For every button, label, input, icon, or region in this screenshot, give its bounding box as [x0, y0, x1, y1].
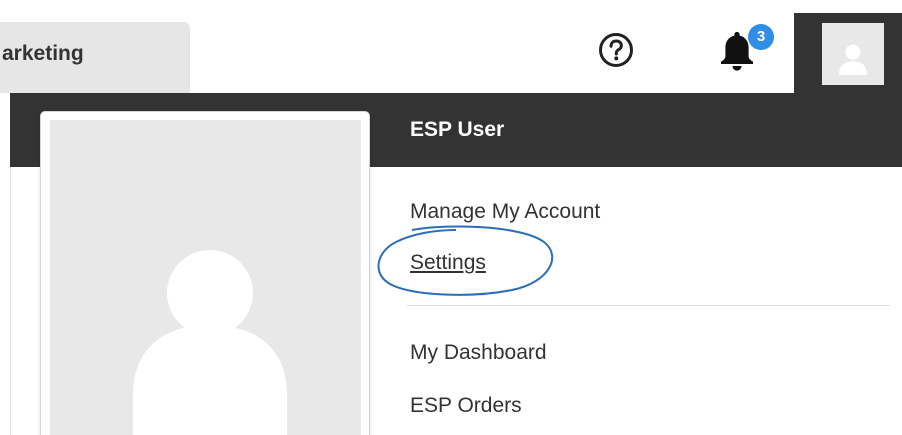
menu-divider	[407, 305, 890, 306]
settings-link[interactable]: Settings	[410, 251, 486, 275]
question-circle-icon	[599, 33, 633, 67]
avatar-button[interactable]	[822, 23, 884, 85]
page: arketing 3 ESP User Manage My Account Se…	[0, 0, 902, 435]
profile-photo	[50, 120, 361, 435]
notifications-button[interactable]: 3	[710, 22, 785, 82]
user-placeholder-icon	[133, 250, 287, 435]
help-button[interactable]	[598, 32, 634, 68]
notification-badge: 3	[748, 24, 774, 50]
tab-label: arketing	[2, 41, 84, 65]
my-dashboard-link[interactable]: My Dashboard	[410, 341, 547, 365]
user-silhouette-icon	[839, 44, 867, 75]
top-header: arketing 3	[0, 0, 902, 93]
esp-orders-link[interactable]: ESP Orders	[410, 394, 522, 418]
tab-marketing[interactable]: arketing	[0, 22, 190, 93]
user-name: ESP User	[410, 118, 505, 141]
divider	[10, 167, 11, 435]
profile-photo-card	[40, 111, 370, 435]
manage-account-link[interactable]: Manage My Account	[410, 200, 600, 224]
